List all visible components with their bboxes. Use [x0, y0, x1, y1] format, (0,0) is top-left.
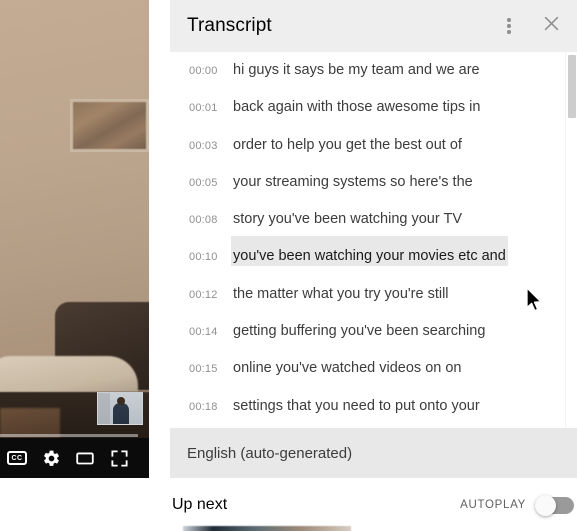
transcript-line[interactable]: 00:15 online you've watched videos on on	[170, 350, 577, 387]
transcript-timestamp: 00:01	[189, 102, 218, 115]
up-next-section: Up next AUTOPLAY	[170, 478, 577, 531]
autoplay-control: AUTOPLAY	[460, 490, 574, 520]
transcript-timestamp: 00:00	[189, 65, 218, 77]
transcript-text: online you've watched videos on on	[233, 360, 462, 377]
player-panel-gutter	[149, 0, 170, 531]
player-below-fill	[0, 478, 170, 531]
transcript-more-options-button[interactable]	[491, 8, 527, 44]
transcript-language-selector[interactable]: English (auto-generated)	[170, 428, 577, 478]
transcript-language-label: English (auto-generated)	[187, 444, 353, 462]
close-icon	[542, 14, 561, 38]
scene-picture-frame	[70, 99, 149, 152]
transcript-text: story you've been watching your TV	[233, 211, 462, 228]
header-actions	[491, 0, 569, 52]
transcript-timestamp: 00:05	[189, 176, 218, 189]
transcript-timestamp: 00:14	[189, 326, 218, 339]
transcript-timestamp: 00:03	[189, 139, 218, 152]
fullscreen-icon	[110, 449, 129, 468]
fullscreen-button[interactable]	[102, 438, 136, 478]
autoplay-label: AUTOPLAY	[460, 499, 526, 511]
transcript-scrollbar[interactable]	[565, 52, 577, 428]
transcript-text: order to help you get the best out of	[233, 136, 462, 153]
transcript-text: you've been watching your movies etc and	[233, 238, 506, 264]
transcript-line[interactable]: 00:18 settings that you need to put onto…	[170, 388, 577, 425]
autoplay-toggle-knob	[535, 494, 556, 516]
transcript-line[interactable]: 00:08 story you've been watching your TV	[170, 201, 577, 238]
transcript-line[interactable]: 00:14 getting buffering you've been sear…	[170, 313, 577, 350]
transcript-timestamp: 00:12	[189, 288, 218, 301]
transcript-line[interactable]: 00:00 hi guys it says be my team and we …	[170, 52, 577, 89]
miniplayer-icon	[74, 447, 96, 469]
transcript-text: hi guys it says be my team and we are	[233, 62, 480, 78]
picture-in-picture-overlay[interactable]	[97, 392, 143, 425]
pip-presenter-body	[113, 403, 129, 424]
kebab-menu-icon	[507, 18, 511, 34]
transcript-scrollbar-thumb[interactable]	[568, 55, 576, 118]
youtube-watch-page: CC Transcript 00:00 hi guys it says be m…	[0, 0, 577, 531]
settings-button[interactable]	[34, 438, 68, 478]
up-next-title: Up next	[172, 496, 228, 513]
video-player[interactable]: CC	[0, 0, 149, 478]
up-next-video-thumbnail[interactable]	[183, 526, 351, 531]
video-frame	[0, 0, 149, 440]
scene-picture-art	[73, 102, 146, 149]
transcript-text: the matter what you try you're still	[233, 285, 449, 302]
transcript-text: your streaming systems so here's the	[233, 173, 473, 190]
gear-icon	[42, 449, 61, 468]
transcript-line[interactable]: 00:03 order to help you get the best out…	[170, 127, 577, 164]
autoplay-toggle[interactable]	[535, 494, 574, 516]
progress-buffered	[0, 434, 138, 437]
transcript-list[interactable]: 00:00 hi guys it says be my team and we …	[170, 52, 577, 428]
transcript-header: Transcript	[170, 0, 577, 52]
pip-presenter-head	[117, 397, 125, 405]
cc-icon: CC	[7, 451, 27, 465]
transcript-timestamp: 00:18	[189, 400, 218, 413]
transcript-timestamp: 00:08	[189, 214, 218, 227]
transcript-text: getting buffering you've been searching	[233, 323, 486, 340]
transcript-text: settings that you need to put onto your	[233, 397, 480, 414]
transcript-timestamp: 00:10	[189, 251, 218, 264]
up-next-header-row: Up next AUTOPLAY	[170, 490, 577, 520]
player-controls-bar: CC	[0, 438, 149, 478]
transcript-panel: Transcript 00:00 hi guys it says be my t…	[170, 0, 577, 478]
pip-background	[98, 393, 110, 424]
transcript-close-button[interactable]	[533, 8, 569, 44]
miniplayer-button[interactable]	[68, 438, 102, 478]
panel-title: Transcript	[187, 15, 272, 36]
transcript-line[interactable]: 00:05 your streaming systems so here's t…	[170, 164, 577, 201]
transcript-line-active[interactable]: 00:10 you've been watching your movies e…	[170, 238, 577, 275]
transcript-line[interactable]: 00:01 back again with those awesome tips…	[170, 89, 577, 126]
transcript-line[interactable]: 00:12 the matter what you try you're sti…	[170, 276, 577, 313]
subtitles-cc-button[interactable]: CC	[0, 438, 34, 478]
transcript-timestamp: 00:15	[189, 363, 218, 376]
transcript-text: back again with those awesome tips in	[233, 99, 481, 116]
